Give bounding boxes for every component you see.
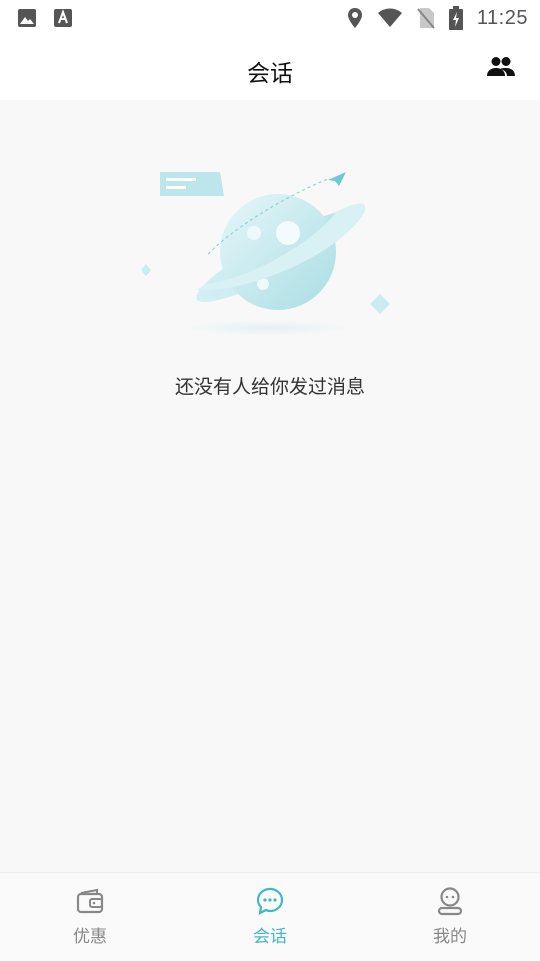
tab-label: 我的: [433, 927, 467, 947]
tab-conversations[interactable]: 会话: [180, 873, 360, 961]
status-bar: 11:25: [0, 0, 540, 36]
contacts-icon: [487, 57, 515, 76]
tab-discounts[interactable]: 优惠: [0, 873, 180, 961]
page-title: 会话: [247, 61, 293, 87]
status-time: 11:25: [476, 6, 528, 29]
app-header: 会话: [0, 36, 540, 100]
bottom-tab-bar: 优惠 会话 我的: [0, 872, 540, 961]
tab-label: 优惠: [73, 927, 107, 947]
image-icon: [18, 9, 36, 27]
font-a-icon: [54, 9, 72, 27]
conversation-list-empty: 还没有人给你发过消息: [0, 100, 540, 872]
battery-charging-icon: [448, 6, 463, 30]
chat-bubble-icon: [256, 887, 284, 915]
wifi-icon: [377, 8, 402, 27]
empty-state-message: 还没有人给你发过消息: [174, 376, 365, 398]
contacts-button[interactable]: [484, 52, 518, 82]
location-icon: [347, 8, 362, 28]
no-sim-icon: [417, 8, 435, 29]
profile-icon: [437, 887, 463, 916]
tab-profile[interactable]: 我的: [360, 873, 540, 961]
wallet-icon: [76, 888, 104, 914]
planet-illustration: [141, 172, 390, 336]
tab-label: 会话: [253, 927, 287, 947]
